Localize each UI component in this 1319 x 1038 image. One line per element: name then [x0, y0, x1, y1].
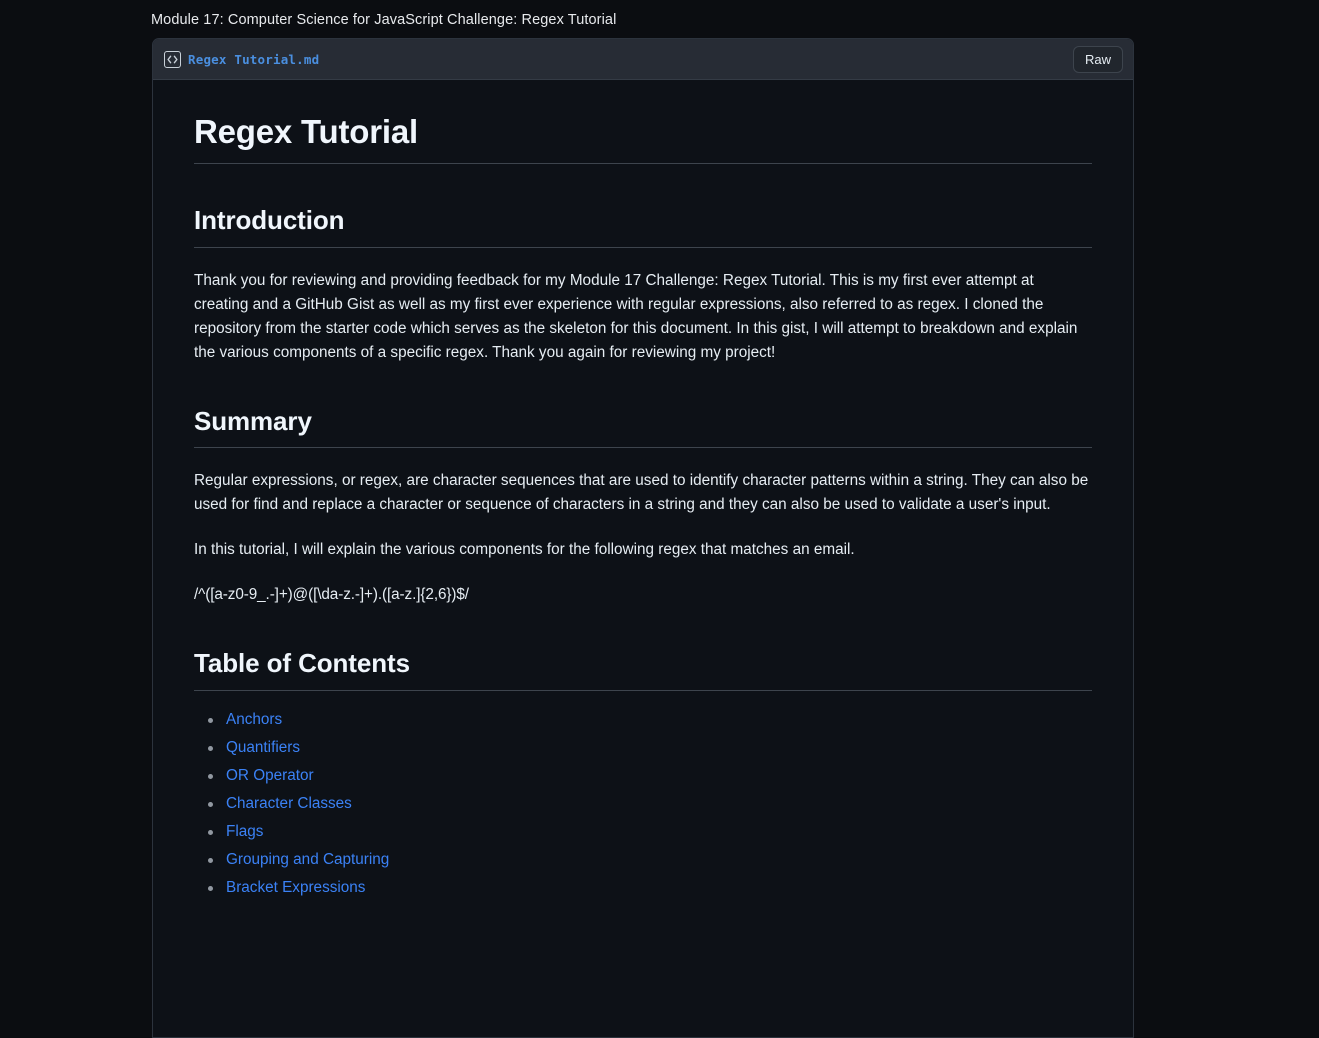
list-item: Flags [219, 822, 1092, 842]
toc-link-or-operator[interactable]: OR Operator [226, 767, 314, 784]
gist-card: Regex Tutorial.md Raw Regex Tutorial Int… [152, 38, 1134, 1038]
toc-link-quantifiers[interactable]: Quantifiers [226, 739, 300, 756]
toc-link-bracket-expressions[interactable]: Bracket Expressions [226, 879, 365, 896]
regex-pattern: /^([a-z0-9_.-]+)@([\da-z.-]+).([a-z.]{2,… [194, 583, 1092, 607]
gist-header-bar: Regex Tutorial.md Raw [153, 39, 1133, 80]
toc-link-flags[interactable]: Flags [226, 823, 263, 840]
list-item: Character Classes [219, 794, 1092, 814]
introduction-paragraph: Thank you for reviewing and providing fe… [194, 269, 1092, 365]
raw-button[interactable]: Raw [1073, 46, 1123, 73]
summary-paragraph-1: Regular expressions, or regex, are chara… [194, 469, 1092, 517]
heading-table-of-contents: Table of Contents [194, 647, 1092, 691]
gist-content: Regex Tutorial Introduction Thank you fo… [153, 80, 1133, 946]
code-icon [164, 51, 181, 68]
document-title: Regex Tutorial [194, 111, 1092, 164]
summary-paragraph-2: In this tutorial, I will explain the var… [194, 538, 1092, 562]
list-item: Anchors [219, 710, 1092, 730]
heading-introduction: Introduction [194, 204, 1092, 248]
gist-file-name[interactable]: Regex Tutorial.md [188, 52, 319, 67]
page-title: Module 17: Computer Science for JavaScri… [151, 10, 616, 30]
toc-link-character-classes[interactable]: Character Classes [226, 795, 352, 812]
heading-summary: Summary [194, 405, 1092, 449]
list-item: OR Operator [219, 766, 1092, 786]
table-of-contents-list: Anchors Quantifiers OR Operator Characte… [194, 710, 1092, 898]
list-item: Grouping and Capturing [219, 850, 1092, 870]
toc-link-anchors[interactable]: Anchors [226, 711, 282, 728]
list-item: Bracket Expressions [219, 878, 1092, 898]
toc-link-grouping-and-capturing[interactable]: Grouping and Capturing [226, 851, 389, 868]
list-item: Quantifiers [219, 738, 1092, 758]
